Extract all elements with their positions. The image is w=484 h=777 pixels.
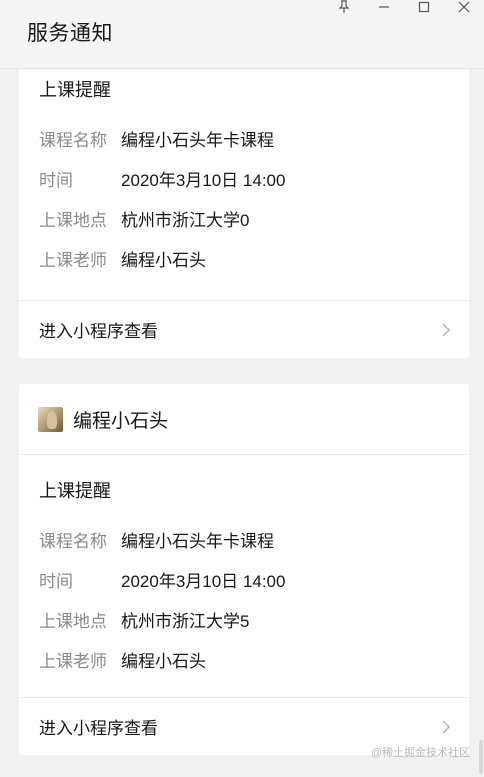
notification-card: 上课提醒 课程名称 编程小石头年卡课程 时间 2020年3月10日 14:00 … [19, 69, 469, 358]
detail-row: 上课地点 杭州市浙江大学5 [39, 599, 469, 639]
detail-row: 上课老师 编程小石头 [39, 639, 469, 679]
window-controls [324, 0, 484, 14]
detail-label: 课程名称 [39, 130, 107, 150]
detail-row: 时间 2020年3月10日 14:00 [39, 559, 469, 599]
avatar [38, 406, 63, 432]
sender-name: 编程小石头 [73, 410, 169, 432]
notification-card: 编程小石头 上课提醒 课程名称 编程小石头年卡课程 时间 2020年3月10日 … [19, 384, 469, 755]
notice-details: 课程名称 编程小石头年卡课程 时间 2020年3月10日 14:00 上课地点 … [19, 118, 469, 278]
detail-value: 2020年3月10日 14:00 [121, 170, 286, 190]
detail-value: 编程小石头年卡课程 [121, 531, 274, 551]
detail-label: 时间 [39, 170, 73, 190]
detail-label: 上课地点 [39, 611, 107, 631]
detail-value: 2020年3月10日 14:00 [121, 571, 286, 591]
chevron-right-icon [442, 719, 451, 734]
notice-title: 上课提醒 [39, 80, 111, 100]
pin-icon[interactable] [324, 0, 364, 14]
window-title: 服务通知 [27, 22, 113, 45]
notice-details: 课程名称 编程小石头年卡课程 时间 2020年3月10日 14:00 上课地点 … [19, 519, 469, 679]
detail-label: 时间 [39, 571, 73, 591]
detail-value: 杭州市浙江大学0 [121, 210, 250, 230]
detail-label: 上课老师 [39, 250, 107, 270]
detail-label: 上课老师 [39, 651, 107, 671]
chevron-right-icon [442, 322, 451, 337]
detail-row: 时间 2020年3月10日 14:00 [39, 158, 469, 198]
scrollbar-thumb[interactable] [479, 740, 483, 774]
detail-value: 杭州市浙江大学5 [121, 611, 250, 631]
detail-row: 上课地点 杭州市浙江大学0 [39, 198, 469, 238]
open-miniprogram-link[interactable]: 进入小程序查看 [19, 300, 469, 358]
detail-label: 上课地点 [39, 210, 107, 230]
watermark: @稀土掘金技术社区 [370, 747, 470, 759]
open-miniprogram-label: 进入小程序查看 [39, 719, 158, 738]
detail-value: 编程小石头 [121, 651, 206, 671]
detail-row: 课程名称 编程小石头年卡课程 [39, 118, 469, 158]
open-miniprogram-label: 进入小程序查看 [39, 322, 158, 341]
close-icon[interactable] [444, 0, 484, 14]
minimize-icon[interactable] [364, 0, 404, 14]
sender-header[interactable]: 编程小石头 [19, 384, 469, 455]
title-bar: 服务通知 [0, 0, 484, 69]
notice-title: 上课提醒 [39, 481, 111, 501]
detail-row: 上课老师 编程小石头 [39, 238, 469, 278]
detail-value: 编程小石头年卡课程 [121, 130, 274, 150]
maximize-icon[interactable] [404, 0, 444, 14]
detail-value: 编程小石头 [121, 250, 206, 270]
notification-list[interactable]: 上课提醒 课程名称 编程小石头年卡课程 时间 2020年3月10日 14:00 … [0, 69, 484, 777]
detail-label: 课程名称 [39, 531, 107, 551]
detail-row: 课程名称 编程小石头年卡课程 [39, 519, 469, 559]
